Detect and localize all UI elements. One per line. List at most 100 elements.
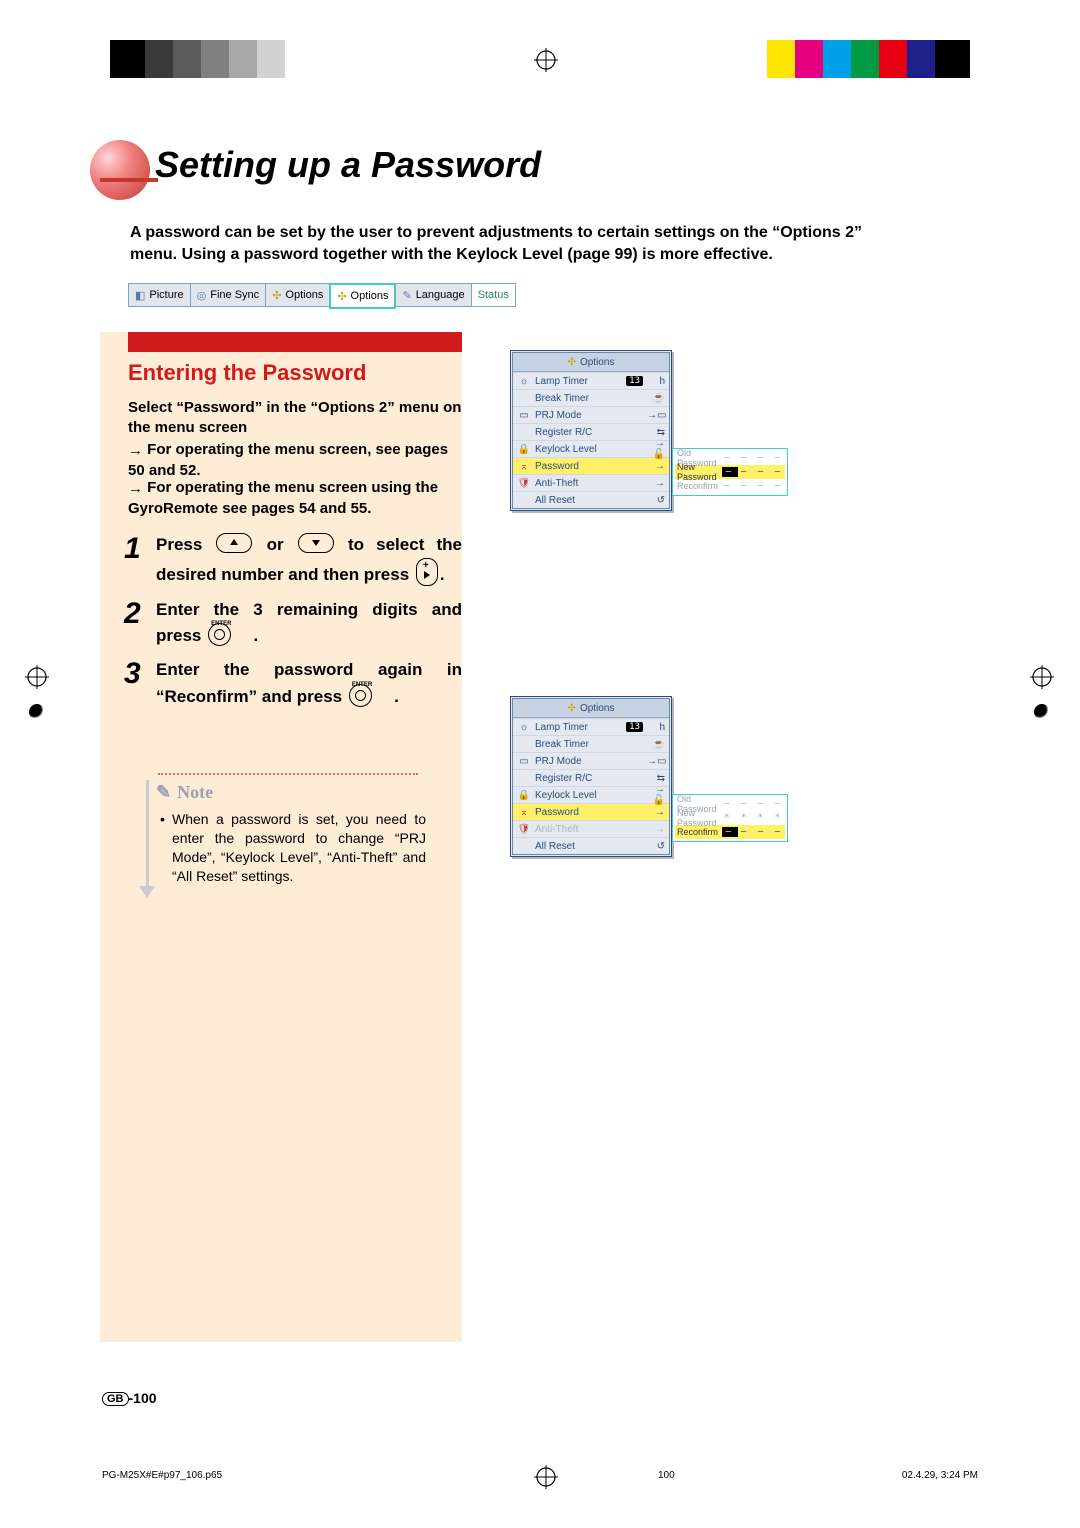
arrow-icon: →	[128, 479, 143, 499]
swatch-red	[879, 40, 907, 78]
tab-fine-sync[interactable]: ◎Fine Sync	[190, 283, 267, 307]
page-label-circle: GB	[102, 1392, 129, 1406]
anti-theft-icon: 🛡	[517, 824, 531, 835]
tab-label: Language	[416, 289, 465, 301]
menu-row-register-rc: Register R/C⇆	[513, 769, 669, 786]
tab-label: Options	[351, 290, 389, 302]
options-icon: ✣	[568, 357, 576, 368]
intro-text: A password can be set by the user to pre…	[130, 222, 890, 265]
tab-status[interactable]: Status	[471, 283, 516, 307]
menu-row-lamp-timer: ☼Lamp Timer13h	[513, 718, 669, 735]
options-menu-screenshot-1: ✣Options ☼Lamp Timer13h Break Timer☕ ▭PR…	[510, 350, 672, 511]
ref-line-2: → For operating the menu screen using th…	[128, 478, 462, 520]
options-icon: ✣	[272, 289, 281, 302]
menu-row-keylock: 🔒Keylock Level→🔓	[513, 440, 669, 457]
ref-text: For operating the menu screen using the …	[128, 479, 438, 517]
swatch-gray2	[173, 40, 201, 78]
menu-row-register-rc: Register R/C⇆	[513, 423, 669, 440]
picture-icon: ◧	[135, 289, 145, 302]
finesync-icon: ◎	[197, 289, 207, 302]
arrow-icon: →▭	[647, 410, 665, 421]
registration-dot-icon	[1034, 704, 1050, 720]
pw-row-new: New Password* * * *	[675, 811, 785, 825]
menu-row-all-reset: All Reset↺	[513, 491, 669, 508]
enter-label: ENTER	[352, 681, 372, 690]
options-icon: ✣	[337, 290, 346, 303]
note-side-arrow-icon	[139, 886, 155, 898]
menu-row-password: ⌅Password→	[513, 803, 669, 820]
menu-row-lamp-timer: ☼Lamp Timer13h	[513, 372, 669, 389]
document-page: Setting up a Password A password can be …	[0, 0, 1080, 1528]
swatch-black2	[935, 40, 970, 78]
key-icon: ⌅	[517, 461, 531, 472]
lock-icon: 🔒	[517, 444, 531, 455]
language-icon: ✎	[402, 289, 411, 302]
down-button-icon	[298, 533, 334, 553]
enter-label: ENTER	[211, 620, 231, 629]
anti-theft-icon: 🛡	[517, 478, 531, 489]
right-button-icon	[416, 558, 438, 586]
tab-language[interactable]: ✎ Language	[395, 283, 471, 307]
pw-row-new: New Password–– – –	[675, 465, 785, 479]
arrow-lock-icon: →🔓	[647, 438, 665, 460]
cup-icon: ☕	[647, 739, 665, 750]
note-text: When a password is set, you need to ente…	[172, 810, 426, 886]
tab-picture[interactable]: ◧ Picture	[128, 283, 191, 307]
pw-row-reconfirm: Reconfirm–– – –	[675, 825, 785, 839]
section-red-bar	[128, 332, 462, 352]
lamp-icon: ☼	[517, 376, 531, 387]
registration-mark-right	[1030, 665, 1054, 714]
password-dialog-2: Old Password– – – – New Password* * * * …	[672, 794, 788, 842]
menu-row-break-timer: Break Timer☕	[513, 735, 669, 752]
swatch-green	[851, 40, 879, 78]
tab-options-1[interactable]: ✣ Options	[265, 283, 330, 307]
menu-row-keylock: 🔒Keylock Level→🔓	[513, 786, 669, 803]
options-menu-screenshot-2: ✣Options ☼Lamp Timer13h Break Timer☕ ▭PR…	[510, 696, 672, 857]
arrow-icon: →	[647, 478, 665, 489]
cup-icon: ☕	[647, 393, 665, 404]
tab-label: Picture	[149, 289, 183, 301]
ref-line-1: → For operating the menu screen, see pag…	[128, 440, 462, 482]
monitor-icon: ▭	[517, 410, 531, 421]
tab-options-2[interactable]: ✣ Options	[329, 283, 396, 309]
step-number: 3	[124, 659, 150, 689]
up-button-icon	[216, 533, 252, 553]
lock-icon: 🔒	[517, 790, 531, 801]
footer-filename: PG-M25X#E#p97_106.p65	[102, 1470, 658, 1481]
menu-row-all-reset: All Reset↺	[513, 837, 669, 854]
arrow-icon: →	[647, 807, 665, 818]
page-number: GB-100	[102, 1390, 157, 1406]
menu-row-anti-theft: 🛡Anti-Theft→	[513, 474, 669, 491]
footer-page-num: 100	[658, 1470, 778, 1481]
menu-tab-strip: ◧ Picture ◎Fine Sync ✣ Options ✣ Options ✎ L…	[128, 283, 588, 305]
note-separator	[158, 773, 418, 775]
swatch-cyan	[823, 40, 851, 78]
select-line: Select “Password” in the “Options 2” men…	[128, 398, 462, 439]
step-1: 1 Press or to select the desired number …	[124, 532, 462, 589]
heading-bullet-icon	[90, 140, 150, 200]
key-icon: ⌅	[517, 807, 531, 818]
menu-title: ✣Options	[513, 353, 669, 372]
swatch-gray3	[201, 40, 229, 78]
options-icon: ✣	[568, 703, 576, 714]
step-3: 3 Enter the password again in “Reconfirm…	[124, 657, 462, 710]
remote-icon: ⇆	[647, 773, 665, 784]
remote-icon: ⇆	[647, 427, 665, 438]
swatch-gray4	[229, 40, 257, 78]
step-2: 2 Enter the 3 remaining digits and press…	[124, 597, 462, 650]
swatch-gray1	[145, 40, 173, 78]
note-icon: ✎	[156, 782, 171, 803]
swatch-blue	[907, 40, 935, 78]
footer: PG-M25X#E#p97_106.p65 100 02.4.29, 3:24 …	[102, 1470, 978, 1481]
menu-row-prj-mode: ▭PRJ Mode→▭	[513, 406, 669, 423]
swatch-yellow	[767, 40, 795, 78]
registration-dot-icon	[29, 704, 45, 720]
menu-row-break-timer: Break Timer☕	[513, 389, 669, 406]
menu-row-anti-theft: 🛡Anti-Theft→	[513, 820, 669, 837]
tab-label: Options	[285, 289, 323, 301]
arrow-icon: →▭	[647, 756, 665, 767]
swatch-black	[110, 40, 145, 78]
reset-icon: ↺	[647, 841, 665, 852]
reset-icon: ↺	[647, 495, 665, 506]
arrow-icon: →	[647, 461, 665, 472]
